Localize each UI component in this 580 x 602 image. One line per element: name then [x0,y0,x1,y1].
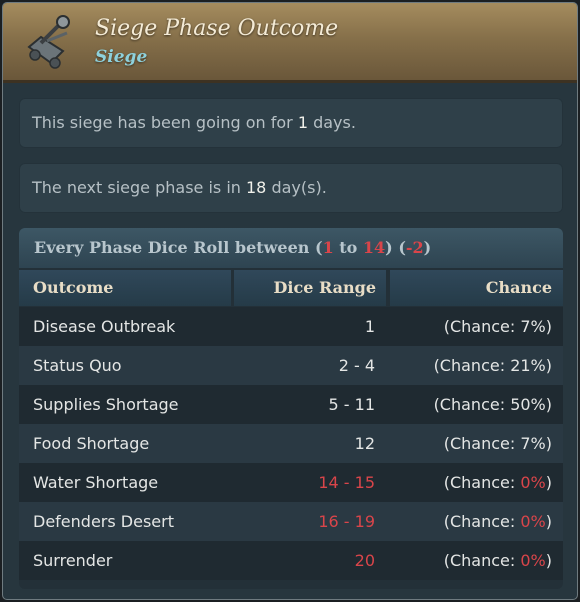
chance-percent: 0% [520,473,546,492]
chance-suffix: ) [545,473,552,492]
dice-modifier: -2 [405,238,424,257]
table-row: Disease Outbreak 1 (Chance: 7%) [19,307,563,346]
table-row: Food Shortage 12 (Chance: 7%) [19,424,563,463]
chance-prefix: (Chance: [443,317,521,336]
column-header-chance: Chance [390,270,563,306]
next-phase-box: The next siege phase is in 18 day(s). [19,163,563,213]
siege-duration-box: This siege has been going on for 1 days. [19,98,563,148]
chance-percent: 21% [510,356,546,375]
chance-percent: 7% [520,434,546,453]
chance-percent: 0% [520,512,546,531]
chance-prefix: (Chance: [443,473,521,492]
chance-value: (Chance: 50%) [434,385,552,424]
outcome-name: Supplies Shortage [33,395,179,414]
chance-value: (Chance: 7%) [444,424,552,463]
chance-prefix: (Chance: [443,512,521,531]
chance-percent: 50% [510,395,546,414]
outcome-table-body: Disease Outbreak 1 (Chance: 7%) Status Quo 2… [19,307,563,580]
next-phase-value: 18 [246,178,267,197]
dice-range: 20 [354,551,375,570]
dice-range: 14 - 15 [318,473,375,492]
window-title: Siege Phase Outcome [95,16,339,41]
duration-value: 1 [297,113,308,132]
window-header: Siege Phase Outcome Siege [3,3,577,83]
chance-prefix: (Chance: [443,434,521,453]
outcome-name: Status Quo [33,356,122,375]
dice-max: 14 [362,238,386,257]
chance-prefix: (Chance: [443,551,521,570]
chance-percent: 0% [520,551,546,570]
dice-range: 12 [354,434,375,453]
dice-roll-header: Every Phase Dice Roll between (1 to 14) … [19,228,563,268]
window-subtitle: Siege [95,47,148,67]
chance-value: (Chance: 0%) [444,541,552,580]
chance-value: (Chance: 21%) [434,346,552,385]
outcome-name: Surrender [33,551,113,570]
dice-label-prefix: Every Phase Dice Roll between ( [34,238,323,257]
chance-suffix: ) [545,317,552,336]
catapult-icon [27,15,70,69]
chance-suffix: ) [545,395,552,414]
dice-range: 1 [364,317,375,336]
column-header-dice-range: Dice Range [234,270,386,306]
outcome-name: Disease Outbreak [33,317,176,336]
chance-suffix: ) [545,434,552,453]
chance-value: (Chance: 0%) [444,502,552,541]
outcome-name: Water Shortage [33,473,159,492]
outcome-name: Defenders Desert [33,512,174,531]
column-header-outcome: Outcome [19,270,231,306]
chance-value: (Chance: 0%) [444,463,552,502]
dice-range: 5 - 11 [328,395,375,414]
siege-outcome-window: Siege Phase Outcome Siege This siege has… [2,2,578,600]
dice-to: to [333,238,363,257]
dice-range: 16 - 19 [318,512,375,531]
table-row: Supplies Shortage 5 - 11 (Chance: 50%) [19,385,563,424]
table-row: Status Quo 2 - 4 (Chance: 21%) [19,346,563,385]
chance-value: (Chance: 7%) [444,307,552,346]
table-row: Water Shortage 14 - 15 (Chance: 0%) [19,463,563,502]
dice-close: ) ( [385,238,406,257]
dice-range: 2 - 4 [338,356,375,375]
chance-suffix: ) [545,356,552,375]
chance-prefix: (Chance: [433,356,511,375]
chance-suffix: ) [545,551,552,570]
chance-percent: 7% [520,317,546,336]
dice-roll-panel: Every Phase Dice Roll between (1 to 14) … [19,228,563,589]
table-row: Surrender 20 (Chance: 0%) [19,541,563,580]
next-phase-prefix: The next siege phase is in [32,178,246,197]
table-header: Outcome Dice Range Chance [19,268,563,307]
duration-suffix: days. [308,113,356,132]
table-row: Defenders Desert 16 - 19 (Chance: 0%) [19,502,563,541]
next-phase-suffix: day(s). [266,178,327,197]
duration-prefix: This siege has been going on for [32,113,298,132]
dice-end: ) [423,238,432,257]
outcome-name: Food Shortage [33,434,150,453]
chance-suffix: ) [545,512,552,531]
chance-prefix: (Chance: [433,395,511,414]
dice-min: 1 [322,238,334,257]
